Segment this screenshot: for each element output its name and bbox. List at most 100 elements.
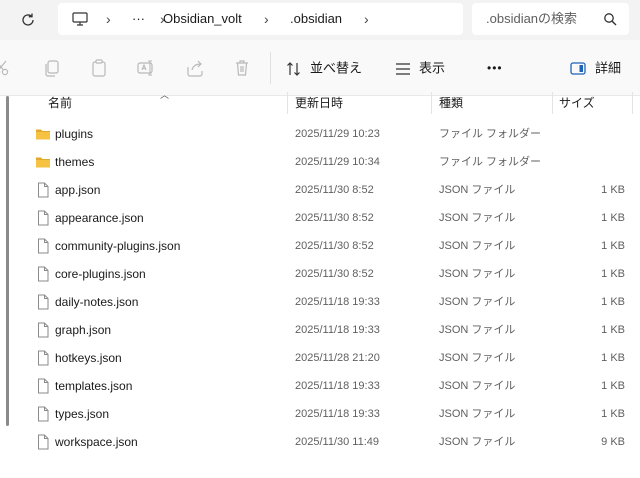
- file-icon: [35, 434, 51, 450]
- toolbar-separator: [270, 52, 271, 84]
- file-icon: [35, 210, 51, 226]
- file-name: appearance.json: [55, 211, 144, 225]
- file-size: 1 KB: [601, 380, 625, 392]
- refresh-button[interactable]: [18, 10, 38, 30]
- details-pane-button[interactable]: 詳細: [570, 54, 621, 82]
- file-size: 1 KB: [601, 240, 625, 252]
- folder-icon: [35, 154, 51, 170]
- file-name: plugins: [55, 127, 94, 141]
- column-header-modified[interactable]: 更新日時: [295, 96, 343, 112]
- file-modified: 2025/11/28 21:20: [295, 352, 380, 364]
- more-options-button[interactable]: •••: [487, 54, 503, 82]
- table-row[interactable]: community-plugins.json 2025/11/30 8:52 JSO…: [0, 232, 640, 260]
- file-icon: [35, 266, 51, 282]
- view-list-icon: [396, 62, 410, 75]
- file-modified: 2025/11/29 10:23: [295, 128, 380, 140]
- file-name: workspace.json: [55, 435, 138, 449]
- table-row[interactable]: themes 2025/11/29 10:34 ファイル フォルダー: [0, 148, 640, 176]
- file-size: 1 KB: [601, 296, 625, 308]
- file-type: JSON ファイル: [439, 380, 516, 392]
- column-header-name[interactable]: 名前: [48, 96, 72, 112]
- file-icon: [35, 238, 51, 254]
- file-modified: 2025/11/30 8:52: [295, 212, 374, 224]
- cut-icon[interactable]: [0, 58, 12, 78]
- column-header-size[interactable]: サイズ: [559, 96, 595, 112]
- file-name: graph.json: [55, 323, 112, 337]
- share-icon[interactable]: [185, 58, 205, 78]
- file-size: 1 KB: [601, 352, 625, 364]
- computer-icon[interactable]: [72, 12, 88, 26]
- file-size: 1 KB: [601, 408, 625, 420]
- file-type: JSON ファイル: [439, 296, 516, 308]
- details-pane-icon: [570, 62, 586, 75]
- file-modified: 2025/11/18 19:33: [295, 408, 380, 420]
- file-name: community-plugins.json: [55, 239, 181, 253]
- breadcrumb-item-obsidian[interactable]: .obsidian: [290, 3, 342, 35]
- file-size: 1 KB: [601, 212, 625, 224]
- table-row[interactable]: appearance.json 2025/11/30 8:52 JSON ファイル 1…: [0, 204, 640, 232]
- view-label: 表示: [419, 60, 446, 76]
- file-name: hotkeys.json: [55, 351, 122, 365]
- breadcrumb[interactable]: › ··· › Obsidian_volt › .obsidian ›: [58, 3, 463, 35]
- file-modified: 2025/11/18 19:33: [295, 380, 380, 392]
- file-list: ︿ 名前 更新日時 種類 サイズ plugins 2025/11/29 10:23…: [0, 90, 640, 478]
- file-modified: 2025/11/30 8:52: [295, 240, 374, 252]
- file-size: 1 KB: [601, 324, 625, 336]
- file-type: JSON ファイル: [439, 352, 516, 364]
- table-row[interactable]: hotkeys.json 2025/11/28 21:20 JSON ファイル 1 K…: [0, 344, 640, 372]
- file-name: daily-notes.json: [55, 295, 139, 309]
- table-row[interactable]: daily-notes.json 2025/11/18 19:33 JSON ファイ…: [0, 288, 640, 316]
- table-row[interactable]: app.json 2025/11/30 8:52 JSON ファイル 1 KB: [0, 176, 640, 204]
- file-size: 1 KB: [601, 184, 625, 196]
- sort-button[interactable]: 並べ替え: [286, 54, 362, 82]
- file-modified: 2025/11/30 8:52: [295, 184, 374, 196]
- file-icon: [35, 294, 51, 310]
- column-divider[interactable]: [287, 92, 288, 114]
- search-input[interactable]: .obsidianの検索: [472, 3, 629, 35]
- file-modified: 2025/11/18 19:33: [295, 296, 380, 308]
- file-icon: [35, 350, 51, 366]
- refresh-icon: [22, 13, 34, 26]
- chevron-right-icon[interactable]: ›: [264, 3, 269, 35]
- file-type: JSON ファイル: [439, 408, 516, 420]
- column-divider[interactable]: [431, 92, 432, 114]
- file-name: types.json: [55, 407, 110, 421]
- rename-icon[interactable]: [136, 58, 156, 78]
- file-type: JSON ファイル: [439, 324, 516, 336]
- table-row[interactable]: core-plugins.json 2025/11/30 8:52 JSON ファイ…: [0, 260, 640, 288]
- chevron-right-icon[interactable]: ›: [106, 3, 111, 35]
- command-bar: 並べ替え 表示 ••• 詳細: [0, 40, 640, 96]
- paste-icon[interactable]: [89, 58, 109, 78]
- file-size: 1 KB: [601, 268, 625, 280]
- view-button[interactable]: 表示: [395, 54, 445, 82]
- sort-ascending-icon: ︿: [160, 90, 170, 100]
- file-name: templates.json: [55, 379, 133, 393]
- table-row[interactable]: templates.json 2025/11/18 19:33 JSON ファイル 1…: [0, 372, 640, 400]
- column-header-type[interactable]: 種類: [439, 96, 463, 112]
- search-icon[interactable]: [603, 12, 617, 26]
- address-bar: › ··· › Obsidian_volt › .obsidian › .obs…: [0, 0, 640, 40]
- file-name: core-plugins.json: [55, 267, 146, 281]
- file-modified: 2025/11/30 11:49: [295, 436, 380, 448]
- breadcrumb-overflow[interactable]: ···: [132, 3, 145, 35]
- chevron-right-icon[interactable]: ›: [364, 3, 369, 35]
- sort-label: 並べ替え: [310, 60, 363, 76]
- file-type: ファイル フォルダー: [439, 156, 542, 168]
- file-icon: [35, 406, 51, 422]
- table-row[interactable]: graph.json 2025/11/18 19:33 JSON ファイル 1 KB: [0, 316, 640, 344]
- file-name: themes: [55, 155, 95, 169]
- breadcrumb-item-obsidian-volt[interactable]: Obsidian_volt: [163, 3, 242, 35]
- table-row[interactable]: types.json 2025/11/18 19:33 JSON ファイル 1 KB: [0, 400, 640, 428]
- column-divider[interactable]: [552, 92, 553, 114]
- copy-icon[interactable]: [42, 58, 62, 78]
- column-divider[interactable]: [632, 92, 633, 114]
- file-type: JSON ファイル: [439, 268, 516, 280]
- file-size: 9 KB: [601, 436, 625, 448]
- table-row[interactable]: workspace.json 2025/11/30 11:49 JSON ファイル 9…: [0, 428, 640, 456]
- file-type: JSON ファイル: [439, 240, 516, 252]
- delete-icon[interactable]: [232, 58, 252, 78]
- details-label: 詳細: [595, 60, 622, 76]
- file-name: app.json: [55, 183, 101, 197]
- table-row[interactable]: plugins 2025/11/29 10:23 ファイル フォルダー: [0, 120, 640, 148]
- file-modified: 2025/11/30 8:52: [295, 268, 374, 280]
